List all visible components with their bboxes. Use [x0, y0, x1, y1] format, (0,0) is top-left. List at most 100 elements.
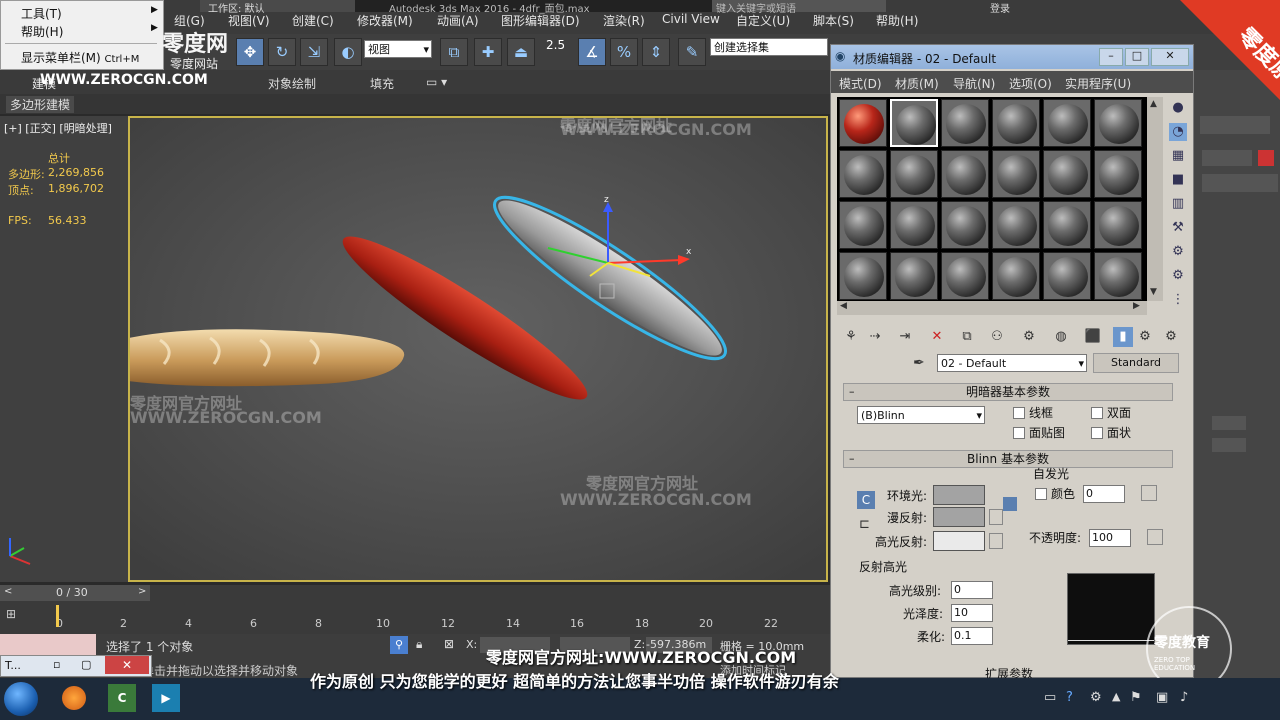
slots-horizontal-scrollbar[interactable]: ◀ ▶ — [837, 301, 1147, 315]
sample-slot[interactable] — [1043, 150, 1091, 198]
backlight-icon[interactable]: ◔ — [1169, 123, 1187, 141]
maximize-icon[interactable]: □ — [1125, 48, 1149, 66]
shader-rollout-header[interactable]: 明暗器基本参数 — [843, 383, 1173, 401]
wire-checkbox[interactable] — [1013, 407, 1025, 419]
select-rotate-icon[interactable]: ↻ — [268, 38, 296, 66]
sample-slot[interactable] — [941, 252, 989, 300]
snap-toggle[interactable]: 2.5 — [546, 38, 565, 52]
reset-material-icon[interactable]: ✕ — [927, 327, 947, 347]
isolate-selection-icon[interactable]: ⚲ — [390, 636, 408, 654]
mat-menu-material[interactable]: 材质(M) — [895, 75, 939, 92]
copy-material-icon[interactable]: ⧉ — [957, 327, 977, 347]
login-link[interactable]: 登录 — [990, 0, 1010, 15]
menu-view[interactable]: 视图(V) — [228, 12, 270, 29]
assign-to-selection-icon[interactable]: ⇥ — [895, 327, 915, 347]
specular-color-swatch[interactable] — [933, 531, 985, 551]
named-selection-dropdown[interactable]: 创建选择集 — [710, 38, 828, 56]
material-type-button[interactable]: Standard — [1093, 353, 1179, 373]
slots-vertical-scrollbar[interactable]: ▲ ▼ — [1147, 97, 1163, 301]
rollout-collapse-icon[interactable]: – — [849, 385, 855, 398]
put-to-scene-icon[interactable]: ⇢ — [865, 327, 885, 347]
firefox-icon[interactable] — [62, 686, 86, 710]
put-to-library-icon[interactable]: ⚙ — [1019, 327, 1039, 347]
menu-help[interactable]: 帮助(H) — [876, 12, 918, 29]
diffuse-map-button[interactable] — [989, 509, 1003, 525]
sample-uv-tiling-icon[interactable]: ■ — [1169, 171, 1187, 189]
tray-help-icon[interactable]: ? — [1066, 690, 1073, 705]
sample-slot-active[interactable] — [890, 99, 938, 147]
get-material-icon[interactable]: ⚘ — [841, 327, 861, 347]
material-navigator-icon[interactable]: ⋮ — [1169, 291, 1187, 309]
sample-slot[interactable] — [839, 201, 887, 249]
lock-selection-icon[interactable]: 🔒︎ — [416, 637, 422, 652]
sample-slot[interactable] — [890, 252, 938, 300]
viewport-label[interactable]: [+] [正交] [明暗处理] — [4, 120, 112, 136]
lock-map-icon[interactable] — [1003, 497, 1017, 511]
close-icon[interactable]: ✕ — [1151, 48, 1189, 66]
maximize-icon[interactable]: ▢ — [81, 658, 91, 671]
select-manipulate-icon[interactable]: ✚ — [474, 38, 502, 66]
modifier-list-dropdown[interactable] — [1202, 174, 1278, 192]
menu-civil-view[interactable]: Civil View — [662, 12, 720, 26]
tray-network-icon[interactable]: ▭ — [1044, 690, 1056, 705]
percent-snap-icon[interactable]: % — [610, 38, 638, 66]
material-name-field[interactable]: 02 - Default ▾ — [937, 354, 1087, 372]
menu-customize[interactable]: 自定义(U) — [736, 12, 790, 29]
sample-slot[interactable] — [1043, 252, 1091, 300]
prev-frame-icon[interactable]: < — [4, 586, 12, 597]
spinner-field-2[interactable] — [1212, 438, 1246, 452]
keyboard-shortcut-icon[interactable]: ⏏ — [507, 38, 535, 66]
sample-slot[interactable] — [890, 150, 938, 198]
sample-slot[interactable] — [890, 201, 938, 249]
polygon-modeling-tab[interactable]: 多边形建模 — [6, 96, 75, 113]
mat-menu-modes[interactable]: 模式(D) — [839, 75, 882, 92]
lock-ambient-diffuse-icon[interactable]: C — [857, 491, 875, 509]
opacity-spinner[interactable]: 100 — [1089, 529, 1131, 547]
faceted-checkbox[interactable] — [1091, 427, 1103, 439]
material-id-channel-icon[interactable]: ◍ — [1051, 327, 1071, 347]
maxscript-listener[interactable] — [0, 634, 96, 656]
rollout-collapse-icon[interactable]: – — [849, 452, 855, 465]
tray-settings-icon[interactable]: ⚙ — [1090, 690, 1102, 705]
sample-slot[interactable] — [1094, 252, 1142, 300]
sample-slot[interactable] — [839, 150, 887, 198]
make-preview-icon[interactable]: ⚒ — [1169, 219, 1187, 237]
placement-icon[interactable]: ◐ — [334, 38, 362, 66]
minimize-icon[interactable]: – — [1099, 48, 1123, 66]
scroll-down-icon[interactable]: ▼ — [1150, 287, 1157, 297]
select-by-material-icon[interactable]: ⚙ — [1169, 267, 1187, 285]
spinner-field-1[interactable] — [1212, 416, 1246, 430]
ambient-color-swatch[interactable] — [933, 485, 985, 505]
lock-diffuse-specular-icon[interactable]: ⊏ — [859, 517, 870, 532]
self-illum-map-button[interactable] — [1141, 485, 1157, 501]
sample-slot[interactable] — [941, 150, 989, 198]
opacity-map-button[interactable] — [1147, 529, 1163, 545]
soften-spinner[interactable]: 0.1 — [951, 627, 993, 645]
video-color-check-icon[interactable]: ▥ — [1169, 195, 1187, 213]
sample-slot[interactable] — [941, 201, 989, 249]
sample-slot[interactable] — [839, 99, 887, 147]
diffuse-color-swatch[interactable] — [933, 507, 985, 527]
menu-item-help[interactable]: 帮助(H) — [21, 23, 63, 40]
windows-start-icon[interactable] — [4, 682, 38, 716]
spinner-snap-icon[interactable]: ⇕ — [642, 38, 670, 66]
self-illum-spinner[interactable]: 0 — [1083, 485, 1125, 503]
show-shaded-map-icon[interactable]: ⬛ — [1083, 327, 1103, 347]
sample-slot[interactable] — [839, 252, 887, 300]
menu-create[interactable]: 创建(C) — [292, 12, 334, 29]
next-frame-icon[interactable]: > — [138, 586, 146, 597]
self-illum-color-checkbox[interactable] — [1035, 488, 1047, 500]
tray-expand-icon[interactable]: ▲ — [1112, 690, 1120, 703]
scroll-up-icon[interactable]: ▲ — [1150, 99, 1157, 109]
ribbon-tab-object-paint[interactable]: 对象绘制 — [268, 75, 316, 92]
select-scale-icon[interactable]: ⇲ — [300, 38, 328, 66]
menu-rendering[interactable]: 渲染(R) — [603, 12, 645, 29]
background-checker-icon[interactable]: ▦ — [1169, 147, 1187, 165]
timeline-ruler[interactable]: ⊞ 0 2 4 6 8 10 12 14 16 18 20 22 — [0, 605, 830, 630]
scroll-left-icon[interactable]: ◀ — [840, 301, 847, 311]
blinn-rollout-header[interactable]: Blinn 基本参数 — [843, 450, 1173, 468]
glossiness-spinner[interactable]: 10 — [951, 604, 993, 622]
sample-slot[interactable] — [992, 252, 1040, 300]
sample-type-icon[interactable]: ● — [1169, 99, 1187, 117]
eyedropper-icon[interactable]: ✒ — [913, 355, 925, 371]
